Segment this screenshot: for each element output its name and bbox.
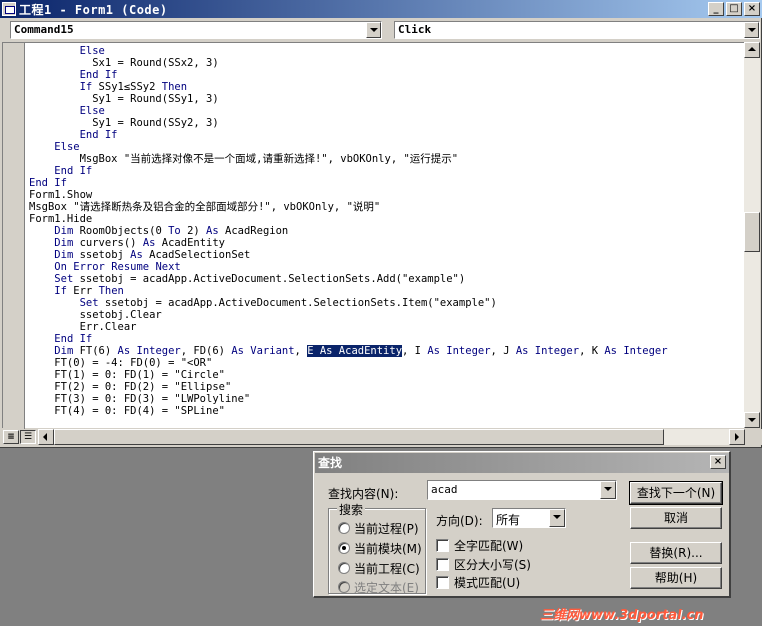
code-line[interactable]: Else [29,45,668,57]
scroll-left-icon[interactable] [38,429,54,445]
code-line[interactable]: FT(4) = 0: FD(4) = "SPLine" [29,405,668,417]
code-editor[interactable]: Else Sx1 = Round(SSx2, 3) End If If SSy1… [2,42,744,429]
procedure-combobox-value: Click [398,23,432,36]
close-icon[interactable]: × [744,2,760,16]
option-checkbox-label: 模式匹配(U) [454,576,521,590]
code-line[interactable]: Set ssetobj = acadApp.ActiveDocument.Sel… [29,297,668,309]
scope-radio-label: 选定文本(E) [354,581,419,595]
code-text[interactable]: Else Sx1 = Round(SSx2, 3) End If If SSy1… [29,45,668,417]
code-line[interactable]: Err.Clear [29,321,668,333]
code-line[interactable]: Else [29,141,668,153]
scroll-right-icon[interactable] [729,429,745,445]
window-title: 工程1 - Form1 (Code) [19,2,168,17]
code-line[interactable]: If SSy1≤SSy2 Then [29,81,668,93]
procedure-view-icon[interactable]: ≡ [3,430,19,444]
option-checkbox-2[interactable] [436,576,449,589]
minimize-icon[interactable]: _ [708,2,724,16]
find-what-dropdown[interactable] [600,481,616,499]
find-what-combobox[interactable]: acad [427,480,617,500]
code-line[interactable]: Sy1 = Round(SSy1, 3) [29,93,668,105]
code-line[interactable]: If Err Then [29,285,668,297]
scope-radio-2[interactable] [338,562,350,574]
scope-radio-0[interactable] [338,522,350,534]
code-line[interactable]: On Error Resume Next [29,261,668,273]
vb-code-window-icon[interactable] [2,2,16,16]
search-group-label: 搜索 [337,501,366,518]
code-line[interactable]: FT(3) = 0: FD(3) = "LWPolyline" [29,393,668,405]
scope-radio-label: 当前工程(C) [354,562,420,576]
direction-value: 所有 [496,513,521,527]
direction-select[interactable]: 所有 [492,508,566,528]
find-dialog-title-text: 查找 [318,456,343,470]
code-line[interactable]: Dim RoomObjects(0 To 2) As AcadRegion [29,225,668,237]
code-line[interactable]: Dim FT(6) As Integer, FD(6) As Variant, … [29,345,668,357]
procedure-combobox[interactable]: Click [394,21,760,39]
code-line[interactable]: Dim ssetobj As AcadSelectionSet [29,249,668,261]
scope-radio-label: 当前模块(M) [354,542,422,556]
object-combobox[interactable]: Command15 [10,21,382,39]
code-line[interactable]: Form1.Hide [29,213,668,225]
code-line[interactable]: End If [29,165,668,177]
code-line[interactable]: End If [29,129,668,141]
vertical-scroll-thumb[interactable] [744,212,760,252]
code-line[interactable]: Form1.Show [29,189,668,201]
object-combobox-value: Command15 [14,23,74,36]
scope-radio-3 [338,581,350,593]
code-line[interactable]: FT(0) = -4: FD(0) = "<OR" [29,357,668,369]
find-dialog-close-icon[interactable]: × [710,455,726,469]
code-line[interactable]: ssetobj.Clear [29,309,668,321]
option-checkbox-1[interactable] [436,558,449,571]
code-line[interactable]: End If [29,177,668,189]
option-checkbox-0[interactable] [436,539,449,552]
code-line[interactable]: FT(1) = 0: FD(1) = "Circle" [29,369,668,381]
code-line[interactable]: MsgBox "当前选择对像不是一个面域,请重新选择!", vbOKOnly, … [29,153,668,165]
find-dialog-title[interactable]: 查找 [315,453,729,473]
horizontal-scroll-thumb[interactable] [54,429,664,445]
code-line[interactable]: Else [29,105,668,117]
code-line[interactable]: Sy1 = Round(SSy2, 3) [29,117,668,129]
code-line[interactable]: End If [29,69,668,81]
find-what-label: 查找内容(N): [328,487,399,501]
code-line[interactable]: FT(2) = 0: FD(2) = "Ellipse" [29,381,668,393]
object-combobox-dropdown[interactable] [366,22,381,38]
option-checkbox-label: 全字匹配(W) [454,539,524,553]
find-next-button[interactable]: 查找下一个(N) [629,481,723,505]
scrollbar-corner [746,429,762,445]
vertical-scrollbar[interactable] [744,42,760,428]
option-checkbox-label: 区分大小写(S) [454,558,531,572]
margin-indicator-bar[interactable] [3,43,25,429]
direction-label: 方向(D): [436,514,483,528]
help-button[interactable]: 帮助(H) [630,567,722,589]
code-line[interactable]: Dim curvers() As AcadEntity [29,237,668,249]
find-what-input[interactable]: acad [431,483,458,496]
scope-radio-label: 当前过程(P) [354,522,419,536]
horizontal-scrollbar[interactable] [38,429,745,445]
code-line[interactable]: Set ssetobj = acadApp.ActiveDocument.Sel… [29,273,668,285]
direction-dropdown[interactable] [549,509,565,527]
code-line[interactable]: Sx1 = Round(SSx2, 3) [29,57,668,69]
title-bar[interactable]: 工程1 - Form1 (Code) _ □ × [0,0,762,18]
maximize-icon[interactable]: □ [726,2,742,16]
scope-radio-1[interactable] [338,542,350,554]
replace-button[interactable]: 替换(R)... [630,542,722,564]
scroll-down-icon[interactable] [744,412,760,428]
code-line[interactable]: End If [29,333,668,345]
code-window: 工程1 - Form1 (Code) _ □ × Command15 Click… [0,0,762,448]
full-module-view-icon[interactable]: ☰ [20,430,36,444]
find-dialog: 查找 × 查找内容(N): acad 搜索 方向(D): 所有 查找下一个(N)… [313,451,731,598]
procedure-combobox-dropdown[interactable] [744,22,759,38]
code-line[interactable]: MsgBox "请选择断热条及铝合金的全部面域部分!", vbOKOnly, "… [29,201,668,213]
scroll-up-icon[interactable] [744,42,760,58]
site-watermark: 三维网www.3dportal.cn [540,608,704,623]
cancel-button[interactable]: 取消 [630,507,722,529]
